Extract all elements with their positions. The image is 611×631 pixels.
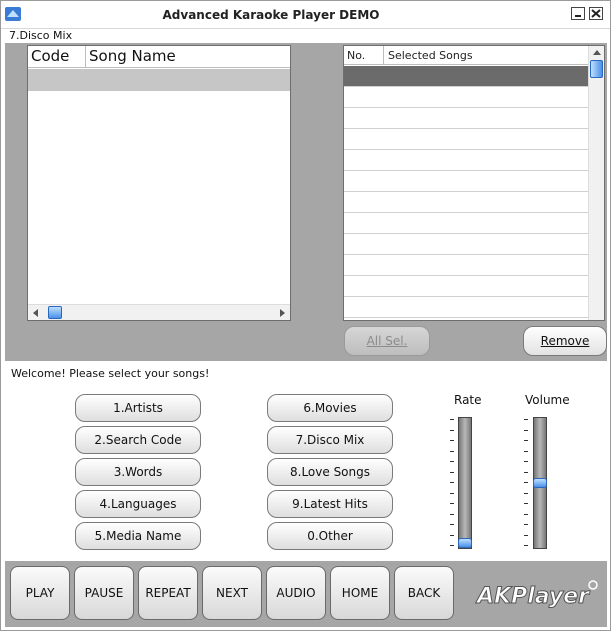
home-button[interactable]: HOME (330, 566, 390, 620)
volume-tick (524, 482, 528, 483)
menu-latest-hits-button[interactable]: 9.Latest Hits (267, 490, 393, 518)
minimize-icon[interactable] (571, 7, 585, 20)
menu-movies-button[interactable]: 6.Movies (267, 394, 393, 422)
selected-list-header: No. Selected Songs (344, 46, 590, 65)
volume-tick (524, 513, 528, 515)
rate-tick (450, 513, 454, 515)
rate-tick (450, 471, 454, 473)
remove-label: Remove (540, 334, 590, 348)
window-title: Advanced Karaoke Player DEMO (162, 8, 380, 22)
column-selected-songs[interactable]: Selected Songs (384, 46, 473, 65)
volume-slider-thumb[interactable] (533, 478, 547, 488)
rate-tick (450, 492, 454, 494)
list-row-divider (344, 233, 590, 234)
current-category: 7.Disco Mix (9, 29, 73, 42)
rate-ticks (450, 419, 454, 549)
remove-button[interactable]: Remove (523, 326, 607, 356)
volume-tick (524, 545, 528, 546)
rate-slider-thumb[interactable] (458, 538, 472, 548)
menu-media-name-button[interactable]: 5.Media Name (75, 522, 201, 550)
menu-disco-mix-button[interactable]: 7.Disco Mix (267, 426, 393, 454)
rate-tick (450, 482, 454, 483)
list-row-divider (344, 191, 590, 192)
menu-other-button[interactable]: 0.Other (267, 522, 393, 550)
selected-list-active-row[interactable] (344, 66, 588, 86)
menu-words-button[interactable]: 3.Words (75, 458, 201, 486)
list-row-divider (344, 86, 590, 87)
volume-tick (524, 440, 528, 441)
all-select-button[interactable]: All Sel. (344, 326, 430, 356)
list-row-divider (344, 254, 590, 255)
play-button[interactable]: PLAY (10, 566, 70, 620)
song-list[interactable]: Code Song Name (27, 45, 291, 321)
menu-artists-button[interactable]: 1.Artists (75, 394, 201, 422)
next-button[interactable]: NEXT (202, 566, 262, 620)
volume-tick (524, 534, 528, 536)
menu-languages-button[interactable]: 4.Languages (75, 490, 201, 518)
volume-ticks (524, 419, 528, 549)
list-row-divider (344, 212, 590, 213)
scroll-left-icon[interactable] (33, 309, 38, 317)
welcome-message: Welcome! Please select your songs! (11, 367, 210, 380)
list-row-divider (344, 275, 590, 276)
title-bar: Advanced Karaoke Player DEMO (1, 1, 610, 29)
scroll-thumb[interactable] (590, 60, 603, 78)
app-window: Advanced Karaoke Player DEMO 7.Disco Mix… (0, 0, 611, 631)
rate-tick (450, 545, 454, 546)
list-row-divider (344, 128, 590, 129)
rate-label: Rate (454, 393, 482, 407)
scroll-thumb[interactable] (48, 306, 62, 319)
rate-tick (450, 450, 454, 452)
volume-slider[interactable] (533, 417, 547, 549)
volume-label: Volume (525, 393, 570, 407)
scroll-right-icon[interactable] (280, 309, 285, 317)
volume-tick (524, 429, 528, 431)
rate-tick (450, 503, 454, 504)
column-code[interactable]: Code (28, 46, 86, 68)
column-song-name[interactable]: Song Name (86, 46, 176, 68)
selected-songs-list[interactable]: No. Selected Songs (343, 45, 605, 321)
menu-search-code-button[interactable]: 2.Search Code (75, 426, 201, 454)
rate-tick (450, 419, 454, 420)
all-select-label: All Sel. (366, 334, 408, 348)
song-list-selected-row[interactable] (28, 69, 290, 91)
volume-tick (524, 419, 528, 420)
volume-tick (524, 471, 528, 473)
audio-button[interactable]: AUDIO (266, 566, 326, 620)
svg-text:AKPlayer: AKPlayer (475, 584, 590, 609)
vertical-scrollbar[interactable] (588, 46, 604, 320)
volume-tick (524, 461, 528, 462)
list-row-divider (344, 296, 590, 297)
song-list-header: Code Song Name (28, 46, 290, 68)
pause-button[interactable]: PAUSE (74, 566, 134, 620)
list-row-divider (344, 149, 590, 150)
akplayer-logo: AKPlayer (475, 580, 598, 610)
column-no[interactable]: No. (344, 46, 384, 65)
list-row-divider (344, 107, 590, 108)
menu-love-songs-button[interactable]: 8.Love Songs (267, 458, 393, 486)
list-row-divider (344, 170, 590, 171)
volume-tick (524, 492, 528, 494)
playback-controls-bar: PLAY PAUSE REPEAT NEXT AUDIO HOME BACK A… (5, 561, 607, 627)
horizontal-scrollbar[interactable] (28, 304, 290, 320)
rate-tick (450, 534, 454, 536)
scroll-up-icon[interactable] (593, 50, 601, 55)
repeat-button[interactable]: REPEAT (138, 566, 198, 620)
close-icon[interactable] (589, 7, 603, 20)
list-row-divider (344, 317, 590, 318)
rate-tick (450, 429, 454, 431)
rate-tick (450, 524, 454, 525)
volume-tick (524, 450, 528, 452)
volume-tick (524, 524, 528, 525)
song-lists-panel: Code Song Name No. Selected Songs All Se (5, 43, 607, 361)
rate-tick (450, 461, 454, 462)
rate-slider[interactable] (458, 417, 472, 549)
rate-tick (450, 440, 454, 441)
volume-tick (524, 503, 528, 504)
back-button[interactable]: BACK (394, 566, 454, 620)
